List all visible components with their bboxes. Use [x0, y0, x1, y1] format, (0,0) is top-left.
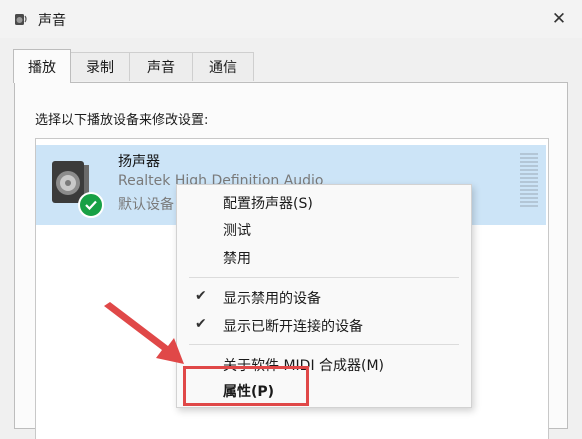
- sound-app-icon: [15, 14, 27, 25]
- menu-separator: [189, 277, 459, 278]
- menu-item-label: 显示禁用的设备: [223, 291, 321, 307]
- close-icon: ✕: [551, 9, 567, 29]
- tab-communications[interactable]: 通信: [192, 52, 254, 81]
- tab-label: 通信: [209, 60, 237, 76]
- tab-playback[interactable]: 播放: [13, 49, 71, 83]
- instruction-text: 选择以下播放设备来修改设置:: [35, 113, 209, 128]
- tab-label: 播放: [28, 59, 56, 76]
- menu-separator: [189, 344, 459, 345]
- red-arrow-icon: [104, 302, 184, 364]
- menu-item-show-disabled[interactable]: ✔ 显示禁用的设备: [177, 285, 471, 309]
- tab-label: 声音: [147, 60, 175, 76]
- menu-item-configure-speakers[interactable]: 配置扬声器(S): [177, 190, 471, 214]
- default-check-icon: [78, 192, 104, 218]
- highlight-box: [183, 366, 309, 406]
- menu-item-label: 禁用: [223, 251, 251, 267]
- menu-item-label: 配置扬声器(S): [223, 196, 313, 212]
- title-bar: 声音 ✕: [0, 0, 582, 38]
- tab-recording[interactable]: 录制: [70, 52, 130, 81]
- device-name: 扬声器: [118, 154, 160, 170]
- menu-item-disable[interactable]: 禁用: [177, 245, 471, 269]
- device-status: 默认设备: [118, 197, 174, 213]
- menu-item-test[interactable]: 测试: [177, 217, 471, 241]
- menu-item-label: 显示已断开连接的设备: [223, 319, 363, 335]
- menu-item-show-disconnected[interactable]: ✔ 显示已断开连接的设备: [177, 313, 471, 337]
- tab-sounds[interactable]: 声音: [129, 52, 193, 81]
- volume-level-meter: [520, 153, 538, 209]
- menu-item-label: 测试: [223, 223, 251, 239]
- tab-label: 录制: [86, 60, 114, 76]
- close-button[interactable]: ✕: [536, 0, 582, 38]
- window-title: 声音: [38, 13, 66, 29]
